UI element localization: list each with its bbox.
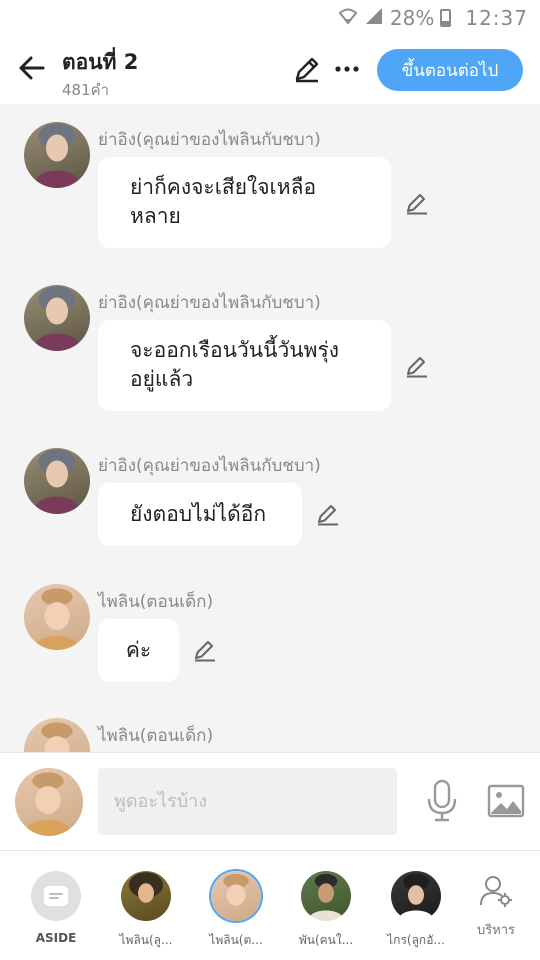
character-label: ไพลิน(ต... [209, 933, 263, 947]
edit-message-icon[interactable] [192, 637, 218, 663]
pencil-icon [295, 57, 319, 83]
sender-name: ไพลิน(ตอนเด็ก) [98, 726, 214, 746]
arrow-left-icon [19, 56, 45, 80]
back-button[interactable] [16, 52, 48, 84]
avatar[interactable] [24, 122, 90, 188]
current-speaker-avatar[interactable] [15, 768, 83, 836]
edit-message-icon[interactable] [404, 353, 430, 379]
sender-name: ย่าอิง(คุณย่าของไพลินกับชบา) [98, 456, 321, 476]
battery-percent: 28% [389, 6, 435, 30]
edit-title-button[interactable] [292, 54, 322, 84]
message-bubble[interactable]: จะออกเรือนวันนี้วันพรุ่ง อยู่แล้ว [98, 320, 391, 411]
aside-icon [31, 871, 81, 921]
character-bar: ASIDE ไพลิน(ลู... ไพลิน(ต... พัน(คนใ... … [0, 850, 540, 960]
character-avatar [121, 871, 171, 921]
microphone-icon [427, 779, 457, 822]
manage-label: บริหาร [476, 923, 516, 938]
clock: 12:37 [465, 6, 528, 30]
edit-message-icon[interactable] [404, 190, 430, 216]
character-pailin-a[interactable]: ไพลิน(ลู... [101, 871, 191, 950]
avatar[interactable] [24, 448, 90, 514]
more-options-button[interactable] [332, 54, 362, 84]
page-title: ตอนที่ 2 [62, 50, 139, 74]
more-dots-icon [335, 66, 359, 72]
character-label: ไกร(ลูกอั... [387, 933, 445, 947]
character-krai[interactable]: ไกร(ลูกอั... [371, 871, 461, 950]
character-avatar [301, 871, 351, 921]
sender-name: ย่าอิง(คุณย่าของไพลินกับชบา) [98, 293, 321, 313]
image-icon [487, 784, 525, 818]
avatar[interactable] [24, 285, 90, 351]
status-bar: 28% 12:37 [0, 0, 540, 36]
signal-icon [364, 7, 384, 30]
image-button[interactable] [487, 783, 525, 819]
edit-message-icon[interactable] [315, 501, 341, 527]
sender-name: ย่าอิง(คุณย่าของไพลินกับชบา) [98, 130, 321, 150]
character-pailin-b[interactable]: ไพลิน(ต... [191, 871, 281, 950]
character-label: ASIDE [35, 931, 77, 945]
battery-icon [440, 9, 452, 27]
user-settings-icon [480, 876, 512, 907]
character-phan[interactable]: พัน(คนใ... [281, 871, 371, 950]
chat-area[interactable]: ย่าอิง(คุณย่าของไพลินกับชบา) ย่าก็คงจะเส… [0, 104, 540, 752]
word-count: 481คำ [62, 81, 110, 99]
character-avatar [391, 871, 441, 921]
message-bubble[interactable]: ยังตอบไม่ได้อีก [98, 483, 302, 546]
character-aside[interactable]: ASIDE [11, 871, 101, 945]
character-avatar [211, 871, 261, 921]
message-input[interactable] [98, 768, 397, 835]
message-bubble[interactable]: ค่ะ [98, 619, 179, 682]
message-bubble[interactable]: ย่าก็คงจะเสียใจเหลือ หลาย [98, 157, 391, 248]
input-bar [0, 752, 540, 850]
manage-characters-button[interactable]: บริหาร [466, 873, 526, 940]
avatar[interactable] [24, 718, 90, 752]
header: ตอนที่ 2 481คำ ขึ้นตอนต่อไป [0, 36, 540, 104]
avatar[interactable] [24, 584, 90, 650]
wifi-icon [338, 7, 358, 30]
voice-button[interactable] [424, 779, 460, 823]
sender-name: ไพลิน(ตอนเด็ก) [98, 592, 214, 612]
next-episode-button[interactable]: ขึ้นตอนต่อไป [377, 49, 523, 91]
character-label: พัน(คนใ... [298, 933, 354, 947]
character-label: ไพลิน(ลู... [119, 933, 173, 947]
